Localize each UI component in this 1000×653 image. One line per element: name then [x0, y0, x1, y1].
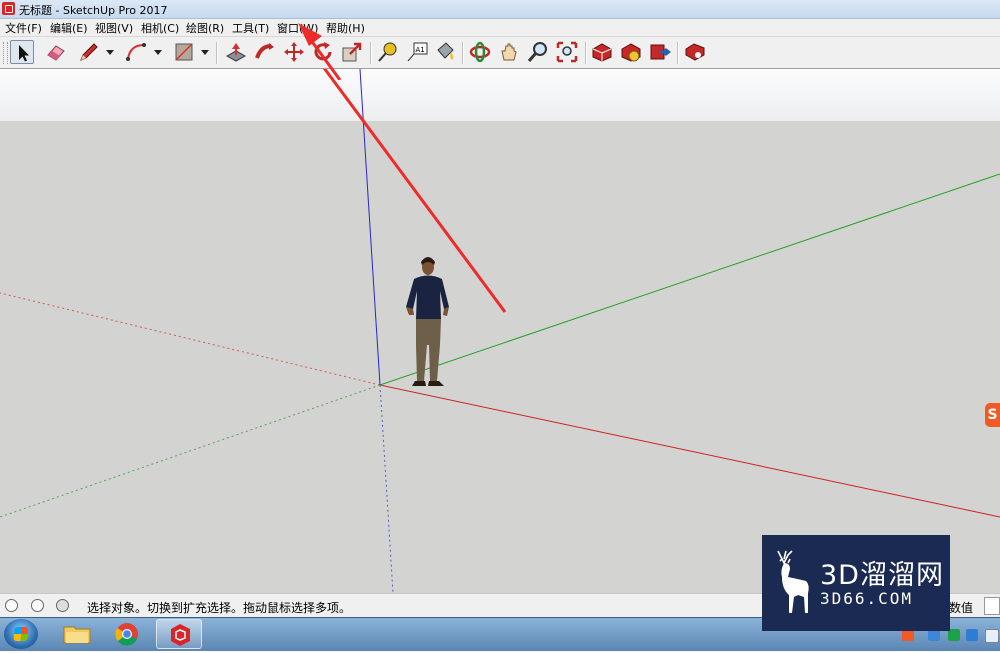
menu-tools[interactable]: 工具(T) — [231, 20, 270, 36]
start-button-icon[interactable] — [4, 619, 38, 649]
status-instruction: 选择对象。切换到扩充选择。拖动鼠标选择多项。 — [87, 601, 352, 615]
toolbar-separator — [370, 42, 372, 64]
3d-warehouse-icon[interactable] — [590, 40, 614, 64]
extension-warehouse-icon[interactable] — [619, 40, 643, 64]
push-pull-tool-icon[interactable] — [224, 40, 248, 64]
site-watermark: 3D溜溜网 3D66.COM — [762, 535, 950, 631]
move-tool-icon[interactable] — [282, 40, 306, 64]
text-tool-label: A1 — [416, 46, 425, 54]
deer-logo-icon — [777, 550, 809, 613]
measurements-label: 数值 — [949, 601, 974, 615]
arc-tool-icon[interactable] — [124, 40, 148, 64]
extension-manager-icon[interactable] — [683, 40, 707, 64]
network-tray-icon[interactable] — [966, 629, 978, 641]
toolbar-separator — [585, 42, 587, 64]
orbit-tool-icon[interactable] — [468, 40, 492, 64]
geo-location-icon[interactable] — [5, 599, 18, 612]
share-model-icon[interactable] — [648, 40, 672, 64]
credits-info-icon[interactable] — [31, 599, 44, 612]
sign-in-user-icon[interactable] — [56, 599, 69, 612]
eraser-tool-icon[interactable] — [44, 40, 68, 64]
menu-view[interactable]: 视图(V) — [94, 20, 134, 36]
menu-bar: 文件(F) 编辑(E) 视图(V) 相机(C) 绘图(R) 工具(T) 窗口(W… — [0, 19, 1000, 37]
paint-bucket-tool-icon[interactable] — [433, 40, 457, 64]
watermark-url: 3D66.COM — [820, 589, 914, 608]
tape-measure-tool-icon[interactable] — [376, 40, 400, 64]
shape-dropdown-icon[interactable] — [201, 50, 209, 55]
side-s-badge[interactable]: S — [985, 403, 1000, 427]
rotate-tool-icon[interactable] — [311, 40, 335, 64]
menu-window[interactable]: 窗口(W) — [276, 20, 319, 36]
drawing-viewport[interactable]: S — [0, 69, 1000, 593]
zoom-extents-tool-icon[interactable] — [555, 40, 579, 64]
measurements-input[interactable] — [984, 597, 1000, 615]
scene-canvas — [0, 69, 1000, 593]
volume-tray-icon[interactable] — [985, 629, 999, 643]
toolbar-separator — [462, 42, 464, 64]
text-tool-icon[interactable]: A1 — [405, 40, 429, 64]
pencil-line-tool-icon[interactable] — [77, 40, 101, 64]
sketchup-app-icon — [2, 2, 15, 15]
menu-help[interactable]: 帮助(H) — [325, 20, 366, 36]
window-title: 无标题 - SketchUp Pro 2017 — [19, 4, 168, 17]
scale-tool-icon[interactable] — [340, 40, 364, 64]
menu-file[interactable]: 文件(F) — [4, 20, 43, 36]
file-explorer-taskbar-button[interactable] — [54, 619, 100, 649]
zoom-tool-icon[interactable] — [526, 40, 550, 64]
main-toolbar: A1 — [0, 37, 1000, 69]
menu-camera[interactable]: 相机(C) — [140, 20, 180, 36]
line-dropdown-icon[interactable] — [106, 50, 114, 55]
ground-plane — [0, 121, 1000, 593]
chrome-taskbar-button[interactable] — [104, 619, 150, 649]
title-bar: 无标题 - SketchUp Pro 2017 — [0, 0, 1000, 19]
arc-dropdown-icon[interactable] — [154, 50, 162, 55]
toolbar-separator — [216, 42, 218, 64]
select-tool-icon[interactable] — [10, 40, 34, 64]
sky — [0, 69, 1000, 121]
rectangle-tool-icon[interactable] — [172, 40, 196, 64]
sketchup-taskbar-button[interactable] — [156, 619, 202, 649]
menu-draw[interactable]: 绘图(R) — [185, 20, 225, 36]
toolbar-grip[interactable] — [3, 42, 8, 64]
watermark-title: 3D溜溜网 — [820, 560, 944, 591]
menu-edit[interactable]: 编辑(E) — [49, 20, 89, 36]
toolbar-separator — [677, 42, 679, 64]
pan-tool-icon[interactable] — [497, 40, 521, 64]
follow-me-tool-icon[interactable] — [253, 40, 277, 64]
